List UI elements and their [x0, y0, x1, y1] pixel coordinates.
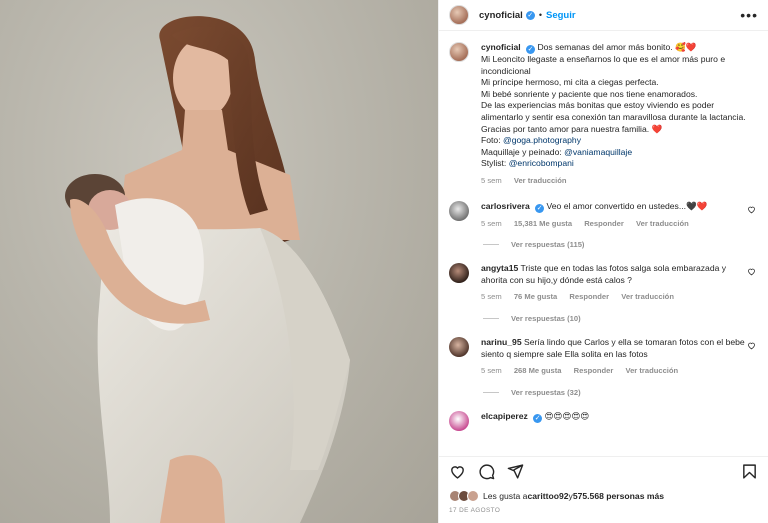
reply-button[interactable]: Responder [569, 292, 609, 301]
liker-avatar [467, 490, 479, 502]
comment-item: elcapiperez ✓ 😍😍😍😍😍 [449, 410, 758, 431]
view-replies-button[interactable]: Ver respuestas (115) [483, 240, 758, 249]
caption-line: De las experiencias más bonitas que esto… [481, 100, 746, 122]
follow-button[interactable]: Seguir [546, 10, 576, 21]
photo-illustration [65, 16, 350, 523]
commenter-avatar[interactable] [449, 263, 469, 284]
comment-time[interactable]: 5 sem [481, 292, 502, 301]
verified-icon: ✓ [533, 413, 543, 423]
comment-likes[interactable]: 15,381 Me gusta [514, 219, 572, 228]
credit-label: Stylist: [481, 158, 509, 169]
caption-line: Mi príncipe hermoso, mi cita a ciegas pe… [481, 77, 659, 88]
comment-text: 😍😍😍😍😍 [544, 410, 590, 421]
translate-button[interactable]: Ver traducción [621, 292, 674, 301]
comment-time[interactable]: 5 sem [481, 366, 502, 375]
comment-likes[interactable]: 268 Me gusta [514, 366, 562, 375]
comment-username[interactable]: carlosrivera [481, 201, 530, 211]
more-icon[interactable]: ••• [740, 8, 758, 22]
caption-line: Dos semanas del amor más bonito. 🥰❤️ [537, 42, 697, 52]
heart-icon[interactable] [449, 463, 466, 480]
verified-icon: ✓ [526, 45, 536, 54]
view-replies-button[interactable]: Ver respuestas (32) [483, 388, 758, 397]
reply-button[interactable]: Responder [584, 219, 624, 228]
view-replies-label: Ver respuestas (32) [511, 387, 581, 397]
comment-icon[interactable] [478, 463, 495, 480]
caption-line: Gracias por tanto amor para nuestra fami… [481, 123, 663, 134]
credit-handle-link[interactable]: @enricobompani [509, 158, 574, 168]
credit-handle-link[interactable]: @goga.photography [503, 135, 581, 145]
heart-icon[interactable] [747, 205, 756, 214]
comment-text: Veo el amor convertido en ustedes...🖤❤️ [546, 200, 708, 211]
likes-prefix: Les gusta a [483, 491, 528, 501]
liker-username[interactable]: carittoo92 [527, 491, 568, 501]
comment-time[interactable]: 5 sem [481, 219, 502, 228]
replies-divider [483, 391, 499, 393]
translate-button[interactable]: Ver traducción [625, 366, 678, 375]
credit-stylist: Stylist: @enricobompani [481, 158, 758, 170]
view-replies-button[interactable]: Ver respuestas (10) [483, 314, 758, 323]
comment-username[interactable]: angyta15 [481, 263, 518, 273]
credit-photo: Foto: @goga.photography [481, 135, 758, 147]
verified-icon: ✓ [525, 10, 535, 20]
verified-icon: ✓ [535, 203, 545, 213]
header-separator: • [538, 10, 542, 20]
caption-username[interactable]: cynoficial [481, 42, 521, 52]
comment-item: narinu_95 Sería lindo que Carlos y ella … [449, 336, 758, 377]
bookmark-icon[interactable] [741, 463, 758, 480]
comment-item: carlosrivera ✓ Veo el amor convertido en… [449, 200, 758, 230]
comment-username[interactable]: narinu_95 [481, 337, 522, 347]
instagram-post-view: cynoficial ✓ • Seguir ••• cynoficial ✓ D… [0, 0, 768, 523]
view-replies-label: Ver respuestas (115) [511, 240, 585, 250]
caption-avatar[interactable] [449, 42, 469, 62]
reply-button[interactable]: Responder [574, 366, 614, 375]
commenter-avatar[interactable] [449, 200, 469, 221]
post-sidebar: cynoficial ✓ • Seguir ••• cynoficial ✓ D… [438, 0, 768, 523]
credit-label: Maquillaje y peinado: [481, 146, 565, 157]
comment-likes[interactable]: 76 Me gusta [514, 292, 557, 301]
replies-divider [483, 317, 499, 319]
post-caption: cynoficial ✓ Dos semanas del amor más bo… [449, 42, 758, 187]
caption-line: Mi Leoncito llegaste a enseñarnos lo que… [481, 54, 726, 76]
comment-text: Triste que en todas las fotos salga sola… [481, 263, 727, 285]
commenter-avatar[interactable] [449, 336, 469, 357]
replies-divider [483, 244, 499, 246]
credit-makeup: Maquillaje y peinado: @vaniamaquillaje [481, 147, 758, 159]
caption-line: Mi bebé sonriente y paciente que nos tie… [481, 88, 698, 99]
view-replies-label: Ver respuestas (10) [511, 313, 581, 323]
credit-label: Foto: [481, 135, 503, 146]
post-photo[interactable] [0, 0, 438, 523]
comment-item: angyta15 Triste que en todas las fotos s… [449, 263, 758, 303]
liker-avatars [449, 490, 479, 502]
author-avatar[interactable] [449, 5, 469, 25]
credit-handle-link[interactable]: @vaniamaquillaje [564, 147, 632, 157]
comments-scroll-area[interactable]: cynoficial ✓ Dos semanas del amor más bo… [439, 32, 768, 446]
translate-button[interactable]: Ver traducción [514, 176, 567, 185]
post-action-bar [439, 456, 768, 486]
translate-button[interactable]: Ver traducción [636, 219, 689, 228]
comment-username[interactable]: elcapiperez [481, 411, 528, 421]
share-icon[interactable] [507, 463, 524, 480]
commenter-avatar[interactable] [449, 410, 469, 431]
likes-summary: Les gusta a carittoo92 y 575.568 persona… [449, 490, 664, 502]
likes-count-link[interactable]: 575.568 personas más [573, 491, 664, 501]
post-date[interactable]: 17 DE AGOSTO [449, 507, 500, 514]
heart-icon[interactable] [747, 267, 756, 276]
caption-time[interactable]: 5 sem [481, 176, 502, 185]
author-username[interactable]: cynoficial [479, 10, 523, 21]
post-header: cynoficial ✓ • Seguir ••• [439, 0, 768, 31]
heart-icon[interactable] [747, 341, 756, 350]
